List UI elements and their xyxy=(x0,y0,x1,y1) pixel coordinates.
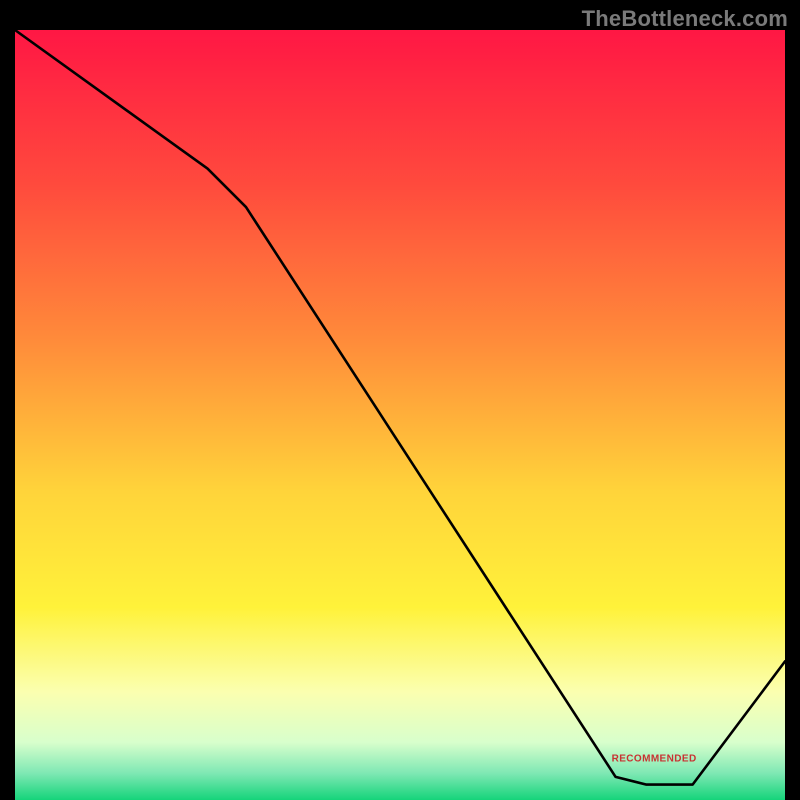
watermark-text: TheBottleneck.com xyxy=(582,6,788,32)
bottleneck-curve xyxy=(15,30,785,800)
recommended-label: RECOMMENDED xyxy=(612,753,697,764)
plot-area: RECOMMENDED xyxy=(15,30,785,785)
chart-stage: TheBottleneck.com RECOMMENDED xyxy=(0,0,800,800)
